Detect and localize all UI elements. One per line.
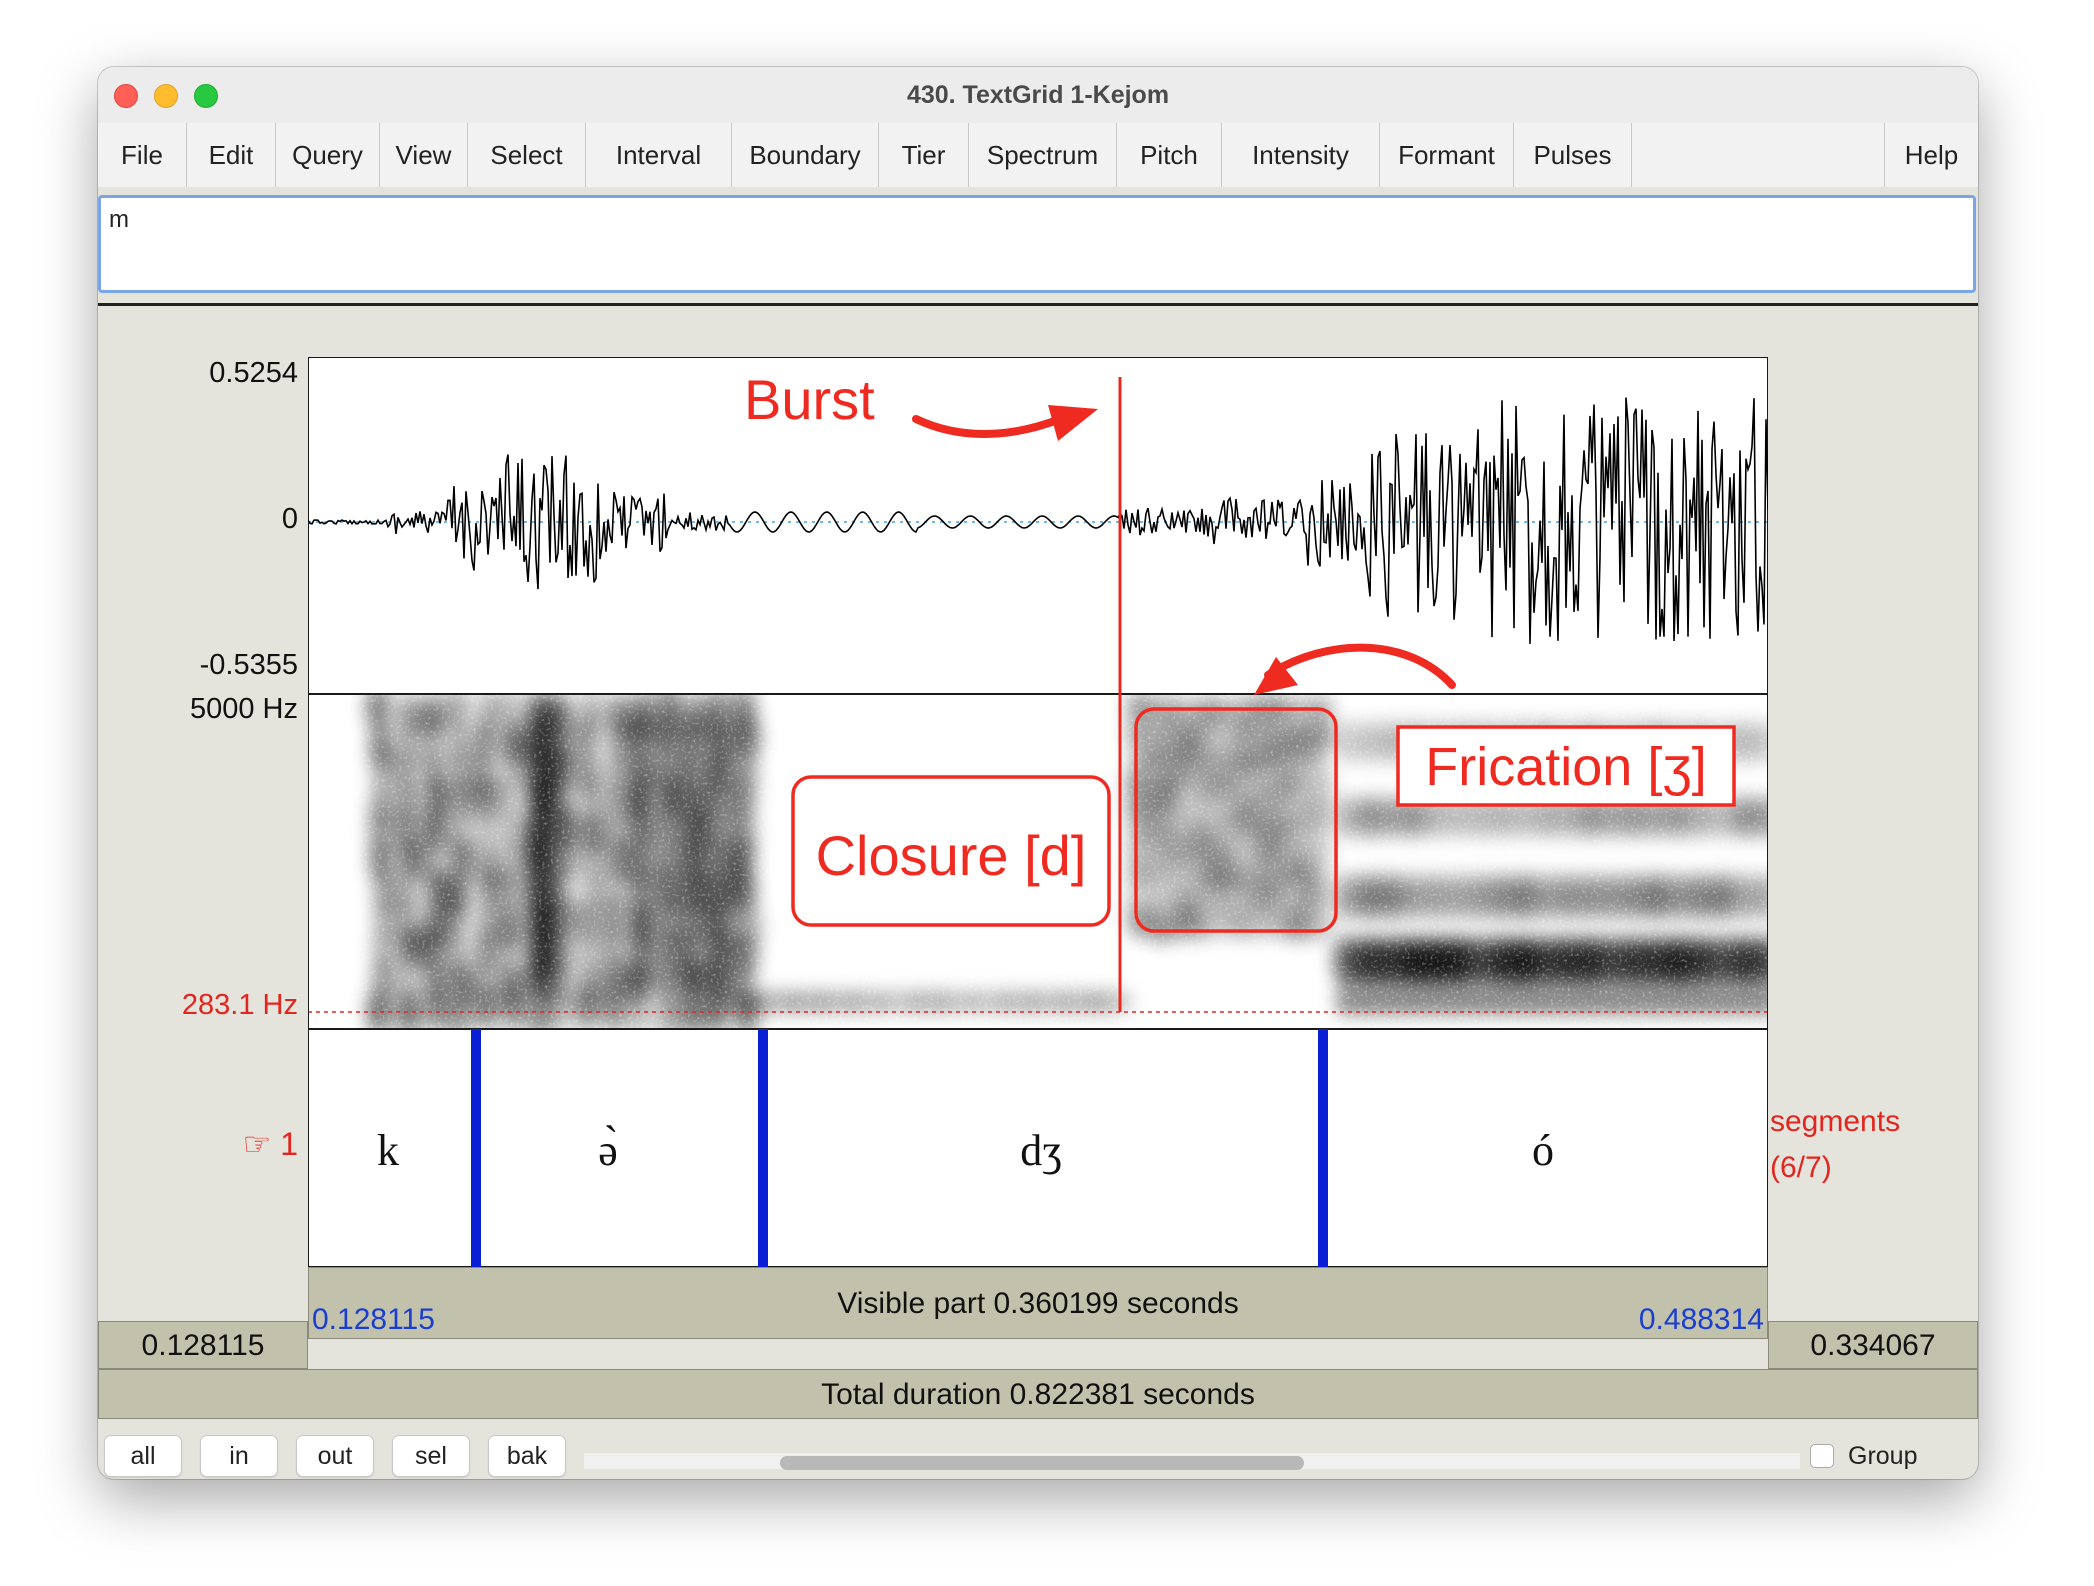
tier-number-label[interactable]: ☞ 1: [98, 1125, 298, 1163]
menu-edit[interactable]: Edit: [187, 123, 276, 187]
menu-formant[interactable]: Formant: [1380, 123, 1514, 187]
visible-end-time: 0.488314: [1638, 1303, 1764, 1336]
burst-text: Burst: [744, 368, 875, 431]
horizontal-scrollbar[interactable]: [584, 1453, 1800, 1470]
zoom-selection-button[interactable]: sel: [392, 1435, 470, 1477]
interval-label-4[interactable]: ó: [1532, 1126, 1554, 1175]
divider: [98, 303, 1978, 306]
menu-help[interactable]: Help: [1884, 123, 1978, 187]
menu-pitch[interactable]: Pitch: [1117, 123, 1222, 187]
all-button[interactable]: all: [104, 1435, 182, 1477]
menu-file[interactable]: File: [98, 123, 187, 187]
interval-text-field[interactable]: m: [98, 195, 1976, 293]
menu-bar: File Edit Query View Select Interval Bou…: [98, 123, 1978, 187]
interval-text-value: m: [109, 206, 129, 233]
left-time-box[interactable]: 0.128115: [98, 1321, 308, 1369]
menu-interval[interactable]: Interval: [586, 123, 732, 187]
tier-count-label: (6/7): [1770, 1151, 1832, 1184]
waveform-min-label: -0.5355: [199, 649, 298, 681]
total-duration-bar[interactable]: Total duration 0.822381 seconds: [98, 1369, 1978, 1419]
closure-text: Closure [d]: [816, 824, 1087, 887]
tier-name-label: segments: [1770, 1105, 1901, 1138]
window-title: 430. TextGrid 1-Kejom: [906, 81, 1170, 109]
right-time-box[interactable]: 0.334067: [1768, 1321, 1978, 1369]
spectrogram-top-label: 5000 Hz: [189, 693, 298, 725]
menu-boundary[interactable]: Boundary: [732, 123, 879, 187]
interval-label-1[interactable]: k: [377, 1126, 399, 1175]
group-label: Group: [1848, 1442, 1918, 1470]
zoom-in-button[interactable]: in: [200, 1435, 278, 1477]
waveform-panel[interactable]: [308, 357, 1768, 695]
boundary-1[interactable]: [471, 1029, 481, 1267]
interval-label-2[interactable]: ə̀: [598, 1125, 618, 1175]
praat-window: 430. TextGrid 1-Kejom File Edit Query Vi…: [98, 67, 1978, 1479]
waveform-max-label: 0.5254: [209, 357, 298, 389]
visible-start-time: 0.128115: [312, 1303, 435, 1336]
title-bar: 430. TextGrid 1-Kejom: [98, 67, 1978, 124]
boundary-3[interactable]: [1318, 1029, 1328, 1267]
menu-spectrum[interactable]: Spectrum: [969, 123, 1117, 187]
visible-part-label: Visible part 0.360199 seconds: [837, 1287, 1239, 1320]
menu-view[interactable]: View: [380, 123, 468, 187]
group-checkbox[interactable]: [1810, 1444, 1834, 1468]
menu-query[interactable]: Query: [276, 123, 380, 187]
editor-plot[interactable]: Burst Closure [d] Frication [ʒ] k ə̀ dʒ …: [308, 357, 1768, 1287]
menu-pulses[interactable]: Pulses: [1514, 123, 1632, 187]
frication-text: Frication [ʒ]: [1425, 737, 1707, 797]
menu-intensity[interactable]: Intensity: [1222, 123, 1380, 187]
visible-part-bar[interactable]: Visible part 0.360199 seconds: [308, 1267, 1768, 1339]
waveform-zero-label: 0: [281, 503, 298, 535]
interval-label-3[interactable]: dʒ: [1020, 1126, 1062, 1175]
menu-tier[interactable]: Tier: [879, 123, 969, 187]
boundary-2[interactable]: [758, 1029, 768, 1267]
zoom-out-button[interactable]: out: [296, 1435, 374, 1477]
menu-select[interactable]: Select: [468, 123, 586, 187]
zoom-back-button[interactable]: bak: [488, 1435, 566, 1477]
spectrogram-bottom-label: 283.1 Hz: [181, 989, 298, 1021]
scrollbar-thumb[interactable]: [780, 1456, 1304, 1470]
